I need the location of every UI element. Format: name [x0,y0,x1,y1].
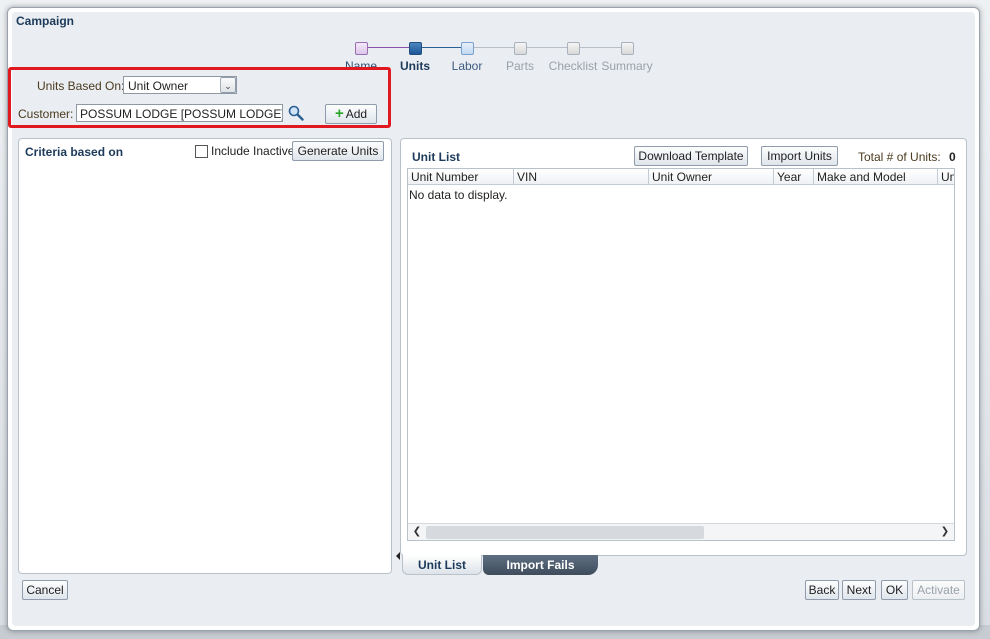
back-button[interactable]: Back [805,580,839,600]
train-stop-label: Checklist [548,59,598,73]
train-stop-marker [513,42,527,55]
next-button[interactable]: Next [842,580,876,600]
splitter-arrow-icon[interactable] [396,552,400,560]
empty-message: No data to display. [409,188,508,202]
train-stop-label: Units [400,59,430,73]
highlight-box [8,67,391,128]
dialog-title: Campaign [16,14,75,28]
chevron-right-icon[interactable]: ❯ [938,525,952,539]
train-stop-label: Parts [505,59,534,73]
scrollbar-thumb[interactable] [426,526,704,539]
generate-units-button[interactable]: Generate Units [292,141,384,161]
column-header-unit-owner[interactable]: Unit Owner [649,169,774,185]
train-stop-parts: Parts [490,40,550,73]
column-header-unit-number[interactable]: Unit Number [408,169,514,185]
unit-list-panel: Unit List Download Template Import Units… [400,138,967,556]
include-inactive-checkbox[interactable] [195,145,208,158]
train-stop-marker [408,42,422,55]
table-header: Unit Number VIN Unit Owner Year Make and… [408,169,954,185]
column-header-make-model[interactable]: Make and Model [814,169,938,185]
ok-button[interactable]: OK [881,580,908,600]
column-header-year[interactable]: Year [774,169,814,185]
train-stop-marker [354,42,368,55]
train-stop-units[interactable]: Units [385,40,445,73]
total-units-label: Total # of Units: [858,150,941,164]
train-stop-summary: Summary [597,40,657,73]
criteria-title: Criteria based on [25,145,124,159]
download-template-button[interactable]: Download Template [634,146,748,166]
train-stop-label: Summary [601,59,653,73]
horizontal-scrollbar[interactable]: ❮ ❯ [408,523,954,540]
unit-list-toolbar: Unit List Download Template Import Units… [406,143,959,167]
train-stop-checklist: Checklist [543,40,603,73]
activate-button: Activate [912,580,965,600]
column-header-truncated[interactable]: Un [938,169,954,185]
train-stop-label: Labor [451,59,483,73]
train-stop-marker [460,42,474,55]
chevron-left-icon[interactable]: ❮ [410,525,424,539]
cancel-button[interactable]: Cancel [22,580,68,600]
tab-import-fails[interactable]: Import Fails [483,555,598,575]
column-header-vin[interactable]: VIN [514,169,649,185]
tab-unit-list[interactable]: Unit List [402,555,482,575]
unit-table: Unit Number VIN Unit Owner Year Make and… [407,168,955,541]
train-stop-marker [620,42,634,55]
wizard-train: Name Units Labor Parts Checklist Summary [345,40,653,74]
total-units-value: 0 [949,150,956,164]
unit-list-title: Unit List [412,150,460,164]
criteria-panel: Criteria based on Include Inactive Gener… [18,138,392,574]
train-stop-marker [566,42,580,55]
import-units-button[interactable]: Import Units [761,146,838,166]
include-inactive-label: Include Inactive [211,144,295,158]
train-stop-labor[interactable]: Labor [437,40,497,73]
